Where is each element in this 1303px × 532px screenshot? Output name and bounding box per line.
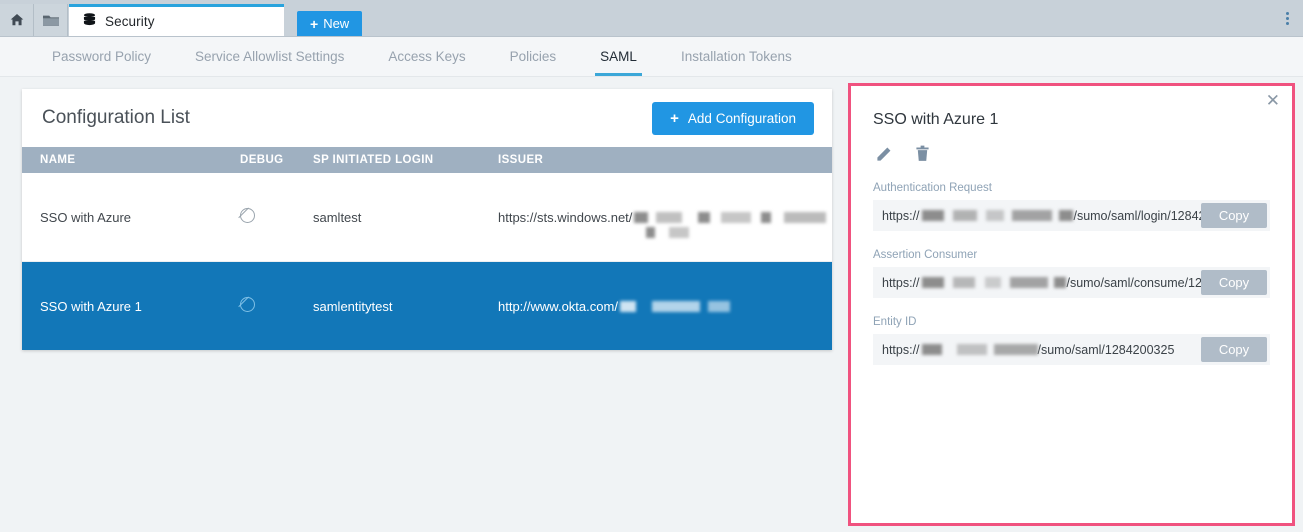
tab-label: Service Allowlist Settings [195, 49, 344, 64]
plus-icon: + [310, 17, 318, 31]
browser-top-bar: Security + New [0, 0, 1303, 37]
redacted-issuer-value [620, 301, 730, 312]
configuration-table: NAME DEBUG SP INITIATED LOGIN ISSUER SSO… [22, 147, 832, 350]
add-configuration-button[interactable]: + Add Configuration [652, 102, 814, 135]
trash-delete-icon[interactable] [915, 145, 930, 162]
field-authentication-request: Authentication Request https:// /sumo/sa… [873, 182, 1270, 231]
plus-icon: + [670, 110, 679, 127]
settings-tab-strip: Password Policy Service Allowlist Settin… [0, 37, 1303, 77]
field-label: Authentication Request [873, 182, 1270, 194]
table-row[interactable]: SSO with Azure samltest https://sts.wind… [22, 173, 832, 262]
field-value[interactable]: https:// /sumo/saml/consume/128420 [873, 267, 1201, 298]
redacted-host [922, 277, 1067, 288]
tab-installation-tokens[interactable]: Installation Tokens [659, 37, 814, 76]
field-row: https:// /sumo/saml/1284200325 Copy [873, 334, 1270, 365]
redacted-issuer-value [634, 212, 832, 223]
detail-action-bar [876, 145, 1270, 162]
tab-label: Password Policy [52, 49, 151, 64]
tab-label: Installation Tokens [681, 49, 792, 64]
field-row: https:// /sumo/saml/login/128420032! Cop… [873, 200, 1270, 231]
card-header: Configuration List + Add Configuration [22, 89, 832, 147]
page-body: Configuration List + Add Configuration N… [0, 77, 1303, 532]
field-value[interactable]: https:// /sumo/saml/login/128420032! [873, 200, 1201, 231]
tab-label: Access Keys [388, 49, 465, 64]
tab-saml[interactable]: SAML [578, 37, 659, 76]
value-prefix: https:// [882, 209, 920, 223]
field-value[interactable]: https:// /sumo/saml/1284200325 [873, 334, 1201, 365]
column-header-issuer[interactable]: ISSUER [498, 147, 832, 173]
cell-sp-initiated-login: samlentitytest [313, 262, 498, 351]
value-suffix: /sumo/saml/1284200325 [1038, 343, 1175, 357]
field-label: Entity ID [873, 316, 1270, 328]
column-header-name[interactable]: NAME [22, 147, 240, 173]
tab-access-keys[interactable]: Access Keys [366, 37, 487, 76]
cell-sp-initiated-login: samltest [313, 173, 498, 262]
detail-panel-title: SSO with Azure 1 [873, 111, 1270, 129]
folder-button[interactable] [34, 4, 68, 36]
database-icon [83, 13, 96, 30]
cell-issuer: http://www.okta.com/ [498, 262, 832, 351]
copy-button[interactable]: Copy [1201, 270, 1267, 295]
tab-password-policy[interactable]: Password Policy [30, 37, 173, 76]
new-button-label: New [323, 16, 349, 31]
column-header-debug[interactable]: DEBUG [240, 147, 313, 173]
folder-icon [43, 14, 59, 27]
value-suffix: /sumo/saml/consume/128420 [1066, 276, 1201, 290]
close-icon[interactable]: ✕ [1266, 92, 1280, 109]
field-entity-id: Entity ID https:// /sumo/saml/1284200325… [873, 316, 1270, 365]
redacted-host [922, 210, 1074, 221]
value-prefix: https:// [882, 343, 920, 357]
configuration-list-card: Configuration List + Add Configuration N… [22, 89, 832, 350]
column-header-sp-initiated-login[interactable]: SP INITIATED LOGIN [313, 147, 498, 173]
disabled-circle-slash-icon [240, 297, 255, 312]
cell-debug [240, 262, 313, 351]
disabled-circle-slash-icon [240, 208, 255, 223]
field-row: https:// /sumo/saml/consume/128420 Copy [873, 267, 1270, 298]
value-prefix: https:// [882, 276, 920, 290]
kebab-menu-icon[interactable] [1279, 7, 1295, 29]
redacted-host [922, 344, 1038, 355]
cell-debug [240, 173, 313, 262]
issuer-prefix: http://www.okta.com/ [498, 299, 618, 314]
new-button[interactable]: + New [297, 11, 362, 36]
tab-label: SAML [600, 49, 637, 64]
tab-service-allowlist-settings[interactable]: Service Allowlist Settings [173, 37, 366, 76]
cell-issuer: https://sts.windows.net/ [498, 173, 832, 262]
cell-name: SSO with Azure 1 [22, 262, 240, 351]
issuer-prefix: https://sts.windows.net/ [498, 210, 632, 225]
add-configuration-label: Add Configuration [688, 111, 796, 126]
cell-name: SSO with Azure [22, 173, 240, 262]
app-tab-security[interactable]: Security [69, 4, 284, 36]
table-row[interactable]: SSO with Azure 1 samlentitytest http://w… [22, 262, 832, 351]
page-title: Configuration List [42, 107, 190, 129]
value-suffix: /sumo/saml/login/128420032! [1073, 209, 1201, 223]
app-tab-label: Security [105, 14, 155, 29]
copy-button[interactable]: Copy [1201, 337, 1267, 362]
configuration-detail-panel: ✕ SSO with Azure 1 [848, 83, 1295, 526]
home-button[interactable] [0, 4, 34, 36]
tab-label: Policies [510, 49, 557, 64]
field-label: Assertion Consumer [873, 249, 1270, 261]
tab-policies[interactable]: Policies [488, 37, 579, 76]
copy-button[interactable]: Copy [1201, 203, 1267, 228]
pencil-edit-icon[interactable] [876, 145, 893, 162]
table-header-row: NAME DEBUG SP INITIATED LOGIN ISSUER [22, 147, 832, 173]
field-assertion-consumer: Assertion Consumer https:// /sumo/saml/c… [873, 249, 1270, 298]
home-icon [10, 13, 24, 27]
